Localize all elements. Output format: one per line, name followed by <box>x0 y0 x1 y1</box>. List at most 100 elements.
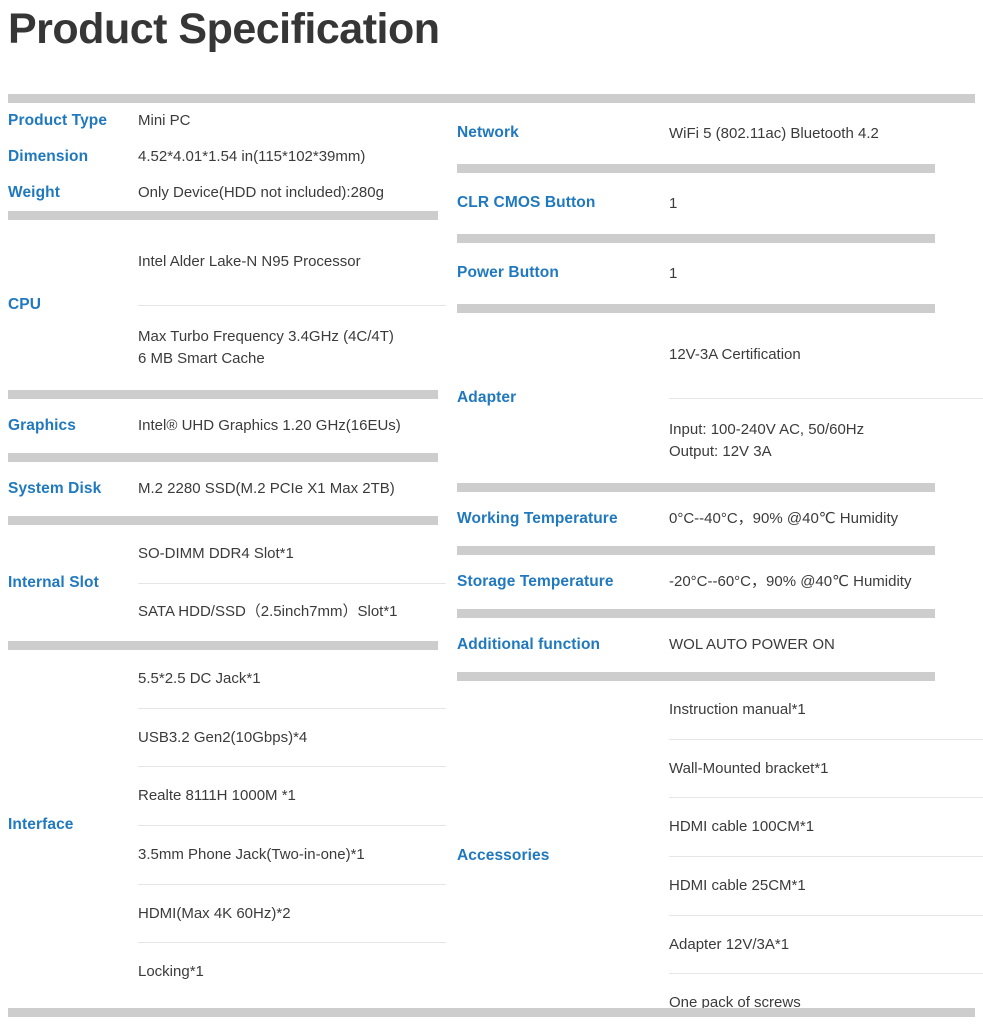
spec-label-cpu: CPU <box>8 295 42 313</box>
spec-value: Mini PC <box>138 103 446 139</box>
spec-value: 3.5mm Phone Jack(Two-in-one)*1 <box>138 825 446 884</box>
spec-value: 4.52*4.01*1.54 in(115*102*39mm) <box>138 139 446 175</box>
spec-values: WOL AUTO POWER ON <box>669 618 983 672</box>
spec-row-product-type: Product Type Mini PC <box>8 103 446 139</box>
spec-value: 1 <box>669 243 983 304</box>
section-separator-bar <box>457 304 935 313</box>
spec-label-graphics: Graphics <box>8 416 76 434</box>
spec-row-interface: Interface 5.5*2.5 DC Jack*1 USB3.2 Gen2(10… <box>8 650 446 1001</box>
spec-value-line: 5.5*2.5 DC Jack*1 <box>138 669 261 687</box>
spec-value-line: -20°C--60°C，90% @40℃ Humidity <box>669 573 912 591</box>
spec-value-line: Only Device(HDD not included):280g <box>138 184 384 202</box>
spec-value: Locking*1 <box>138 942 446 1001</box>
bottom-separator-bar <box>8 1008 975 1017</box>
section-separator-bar <box>8 453 438 462</box>
spec-values: M.2 2280 SSD(M.2 PCIe X1 Max 2TB) <box>138 462 446 516</box>
spec-value: Adapter 12V/3A*1 <box>669 914 983 974</box>
spec-label-internal-slot: Internal Slot <box>8 573 99 591</box>
spec-value: WiFi 5 (802.11ac) Bluetooth 4.2 <box>669 103 983 164</box>
section-separator-bar <box>457 234 935 243</box>
spec-value-line: Intel® UHD Graphics 1.20 GHz(16EUs) <box>138 417 401 435</box>
spec-row-storage-temperature: Storage Temperature -20°C--60°C，90% @40℃ … <box>457 555 983 609</box>
spec-value-line: Wall-Mounted bracket*1 <box>669 759 829 777</box>
spec-label-additional-function: Additional function <box>457 635 601 653</box>
spec-value: 1 <box>669 173 983 234</box>
spec-value: HDMI cable 100CM*1 <box>669 797 983 856</box>
spec-value: HDMI(Max 4K 60Hz)*2 <box>138 883 446 943</box>
spec-value: HDMI cable 25CM*1 <box>669 856 983 915</box>
spec-value-line: WiFi 5 (802.11ac) Bluetooth 4.2 <box>669 124 879 142</box>
spec-value-line: M.2 2280 SSD(M.2 PCIe X1 Max 2TB) <box>138 480 395 498</box>
spec-values: Intel Alder Lake-N N95 Processor Max Turb… <box>138 220 446 390</box>
spec-column-left: Product Type Mini PC Dimension 4.52*4.01*1.… <box>0 103 446 1032</box>
spec-value-line: Locking*1 <box>138 963 204 981</box>
product-specification-page: Product Specification Product Type Mini P… <box>0 0 983 1024</box>
spec-value: M.2 2280 SSD(M.2 PCIe X1 Max 2TB) <box>138 462 446 516</box>
spec-label-storage-temperature: Storage Temperature <box>457 572 614 590</box>
spec-value: 5.5*2.5 DC Jack*1 <box>138 650 446 708</box>
spec-value: SATA HDD/SSD（2.5inch7mm）Slot*1 <box>138 582 446 642</box>
spec-values: 12V-3A Certification Input: 100-240V AC, … <box>669 313 983 483</box>
spec-value-line: SO-DIMM DDR4 Slot*1 <box>138 544 294 562</box>
spec-values: 4.52*4.01*1.54 in(115*102*39mm) <box>138 139 446 175</box>
top-separator-bar <box>8 94 975 103</box>
spec-label-adapter: Adapter <box>457 388 517 406</box>
spec-values: 1 <box>669 173 983 234</box>
spec-values: Instruction manual*1 Wall-Mounted bracket… <box>669 681 983 1032</box>
spec-value: SO-DIMM DDR4 Slot*1 <box>138 525 446 583</box>
spec-values: -20°C--60°C，90% @40℃ Humidity <box>669 555 983 609</box>
spec-value: 12V-3A Certification <box>669 313 983 398</box>
spec-value-line: SATA HDD/SSD（2.5inch7mm）Slot*1 <box>138 603 398 621</box>
spec-value-line: 3.5mm Phone Jack(Two-in-one)*1 <box>138 845 365 863</box>
spec-row-accessories: Accessories Instruction manual*1 Wall-Moun… <box>457 681 983 1032</box>
spec-value: Intel® UHD Graphics 1.20 GHz(16EUs) <box>138 399 446 453</box>
spec-row-weight: Weight Only Device(HDD not included):280g <box>8 175 446 211</box>
section-separator-bar <box>457 609 935 618</box>
spec-value: Instruction manual*1 <box>669 681 983 739</box>
spec-value: One pack of screws <box>669 973 983 1032</box>
spec-label-interface: Interface <box>8 816 74 834</box>
spec-value: Intel Alder Lake-N N95 Processor <box>138 220 446 305</box>
spec-row-adapter: Adapter 12V-3A Certification Input: 100-24… <box>457 313 983 483</box>
spec-value-line: Mini PC <box>138 112 191 130</box>
spec-value-line: Instruction manual*1 <box>669 700 806 718</box>
spec-value: Input: 100-240V AC, 50/60Hz Output: 12V 3… <box>669 397 983 484</box>
spec-label-accessories: Accessories <box>457 847 550 865</box>
spec-row-dimension: Dimension 4.52*4.01*1.54 in(115*102*39mm) <box>8 139 446 175</box>
spec-value: -20°C--60°C，90% @40℃ Humidity <box>669 555 983 609</box>
section-separator-bar <box>8 390 438 399</box>
spec-row-system-disk: System Disk M.2 2280 SSD(M.2 PCIe X1 Max … <box>8 462 446 516</box>
spec-label-network: Network <box>457 124 519 142</box>
spec-label-system-disk: System Disk <box>8 479 102 497</box>
spec-values: Mini PC <box>138 103 446 139</box>
spec-value-line: USB3.2 Gen2(10Gbps)*4 <box>138 728 308 746</box>
spec-values: Only Device(HDD not included):280g <box>138 175 446 211</box>
section-separator-bar <box>457 164 935 173</box>
section-separator-bar <box>8 641 438 650</box>
section-separator-bar <box>457 483 935 492</box>
spec-value: Wall-Mounted bracket*1 <box>669 738 983 798</box>
spec-values: SO-DIMM DDR4 Slot*1 SATA HDD/SSD（2.5inch7… <box>138 525 446 641</box>
spec-label-working-temperature: Working Temperature <box>457 509 618 527</box>
section-separator-bar <box>457 672 935 681</box>
section-separator-bar <box>8 516 438 525</box>
spec-value: Realte 8111H 1000M *1 <box>138 766 446 825</box>
spec-values: 1 <box>669 243 983 304</box>
spec-values: WiFi 5 (802.11ac) Bluetooth 4.2 <box>669 103 983 164</box>
spec-values: 0°C--40°C，90% @40℃ Humidity <box>669 492 983 546</box>
section-separator-bar <box>457 546 935 555</box>
spec-value: 0°C--40°C，90% @40℃ Humidity <box>669 492 983 546</box>
spec-label-product-type: Product Type <box>8 111 108 129</box>
spec-value-line: 1 <box>669 194 678 212</box>
spec-value-line: Output: 12V 3A <box>669 442 772 460</box>
spec-value-line: HDMI cable 25CM*1 <box>669 876 806 894</box>
spec-row-additional-function: Additional function WOL AUTO POWER ON <box>457 618 983 672</box>
spec-value: USB3.2 Gen2(10Gbps)*4 <box>138 707 446 767</box>
section-separator-bar <box>8 211 438 220</box>
spec-row-internal-slot: Internal Slot SO-DIMM DDR4 Slot*1 SATA HDD… <box>8 525 446 641</box>
spec-label-clr-cmos-button: CLR CMOS Button <box>457 194 596 212</box>
spec-value-line: Input: 100-240V AC, 50/60Hz <box>669 421 865 438</box>
spec-label-dimension: Dimension <box>8 147 89 165</box>
spec-value-line: Realte 8111H 1000M *1 <box>138 787 296 805</box>
spec-row-network: Network WiFi 5 (802.11ac) Bluetooth 4.2 <box>457 103 983 164</box>
